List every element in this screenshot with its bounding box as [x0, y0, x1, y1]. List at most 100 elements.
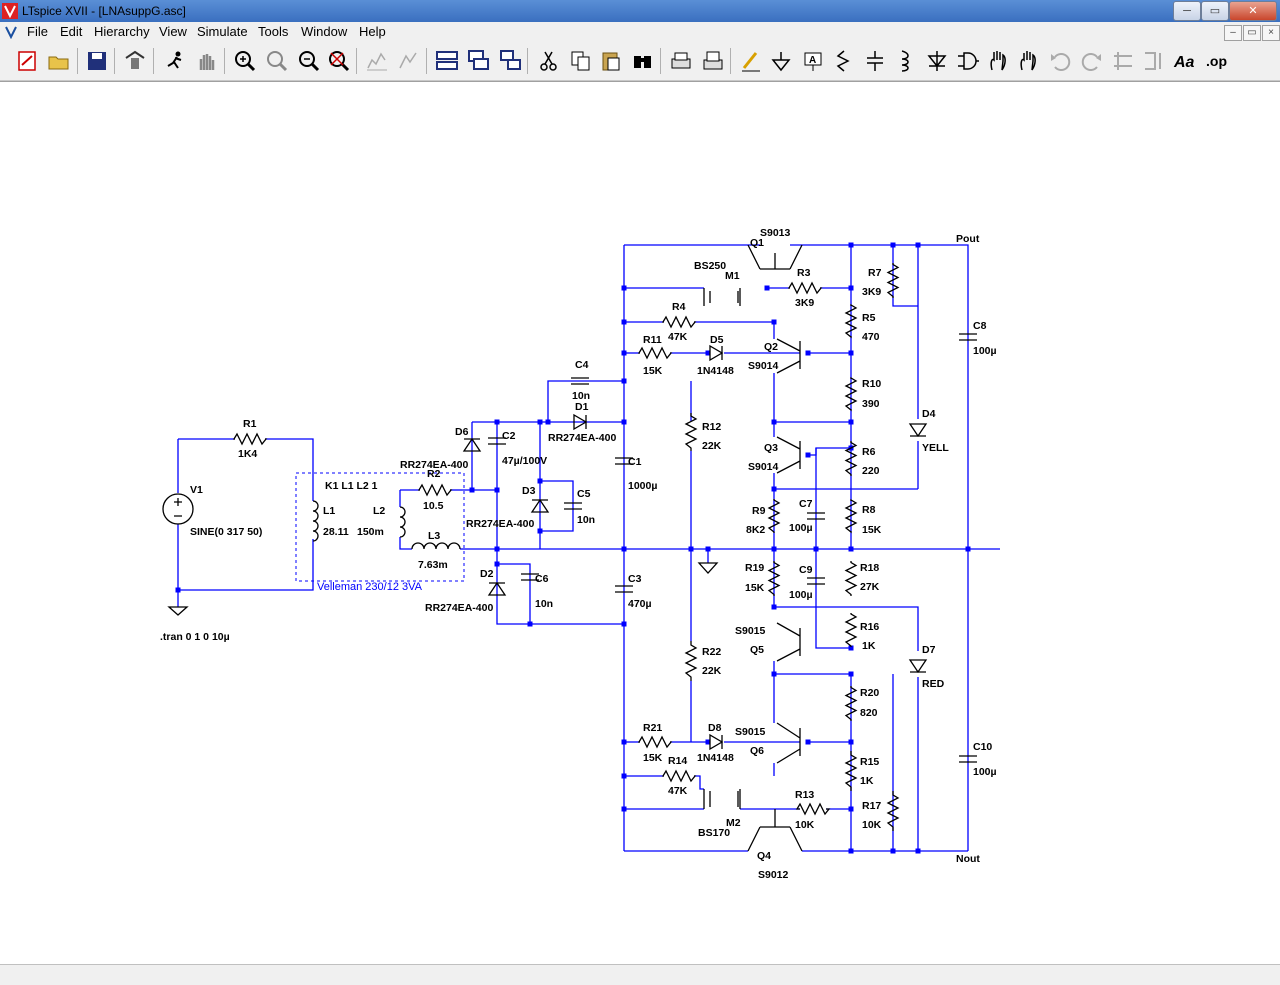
- child-restore-button[interactable]: ▭: [1243, 25, 1261, 41]
- close-windows-button[interactable]: [498, 48, 524, 74]
- label-r8v: 15K: [862, 524, 882, 536]
- diode-d5: [709, 344, 724, 362]
- document-icon[interactable]: [4, 25, 18, 39]
- child-minimize-button[interactable]: –: [1224, 25, 1242, 41]
- schematic-drawing: R1 1K4 V1 SINE(0 317 50) .tran 0 1 0 10µ K1 L…: [160, 227, 1000, 881]
- label-d1: D1: [575, 401, 589, 413]
- new-schematic-button[interactable]: [14, 48, 40, 74]
- zoom-fit-button[interactable]: [326, 48, 352, 74]
- menu-help[interactable]: Help: [359, 24, 386, 39]
- resistor-r4: [661, 315, 697, 329]
- menu-window[interactable]: Window: [301, 24, 347, 39]
- label-net-button[interactable]: A: [800, 48, 826, 74]
- text-icon: Aa: [1173, 54, 1195, 71]
- inductor-button[interactable]: [892, 48, 918, 74]
- menu-edit[interactable]: Edit: [60, 24, 82, 39]
- toolbar-separator: [77, 48, 78, 74]
- wire: [694, 321, 775, 339]
- halt-icon: [199, 54, 215, 70]
- move-button[interactable]: [986, 48, 1012, 74]
- label-r7v: 3K9: [862, 286, 881, 298]
- ground-icon: [771, 52, 791, 72]
- mirror-button[interactable]: [1140, 48, 1166, 74]
- label-r11: R11: [643, 334, 662, 346]
- draw-wire-icon: [742, 52, 760, 72]
- menu-file[interactable]: File: [27, 24, 48, 39]
- toolbar-separator: [114, 48, 115, 74]
- undo-button[interactable]: [1048, 48, 1074, 74]
- paste-button[interactable]: [598, 48, 624, 74]
- junction: [494, 419, 500, 425]
- run-button[interactable]: [162, 48, 188, 74]
- component-button[interactable]: [954, 48, 980, 74]
- print-setup-button[interactable]: [700, 48, 726, 74]
- control-panel-button[interactable]: [122, 48, 148, 74]
- label-d6v: RR274EA-400: [400, 459, 468, 471]
- mosfet-m1: [703, 288, 741, 306]
- label-l1v: 28.11: [323, 526, 349, 538]
- label-d3v: RR274EA-400: [466, 518, 534, 530]
- junction: [494, 546, 500, 552]
- label-c7: C7: [799, 498, 813, 510]
- maximize-button[interactable]: ▭: [1201, 1, 1229, 21]
- menu-simulate[interactable]: Simulate: [197, 24, 248, 39]
- label-q6: Q6: [750, 745, 764, 757]
- cut-button[interactable]: [536, 48, 562, 74]
- mirror-icon: [1145, 52, 1161, 70]
- halt-button[interactable]: [194, 48, 220, 74]
- zoom-in-icon: [235, 51, 256, 72]
- find-button[interactable]: [630, 48, 656, 74]
- junction: [915, 848, 921, 854]
- minimize-button[interactable]: ─: [1173, 1, 1201, 21]
- draw-wire-button[interactable]: [738, 48, 764, 74]
- menu-hierarchy[interactable]: Hierarchy: [94, 24, 150, 39]
- autorange-button[interactable]: [364, 48, 390, 74]
- menu-tools[interactable]: Tools: [258, 24, 288, 39]
- transistor-q5: [776, 622, 801, 662]
- tile-horizontal-button[interactable]: [434, 48, 460, 74]
- label-r11v: 15K: [643, 365, 663, 377]
- label-c5v: 10n: [577, 514, 595, 526]
- junction: [537, 478, 543, 484]
- zoom-out-button[interactable]: [296, 48, 322, 74]
- label-c7v: 100µ: [789, 522, 813, 534]
- copy-button[interactable]: [568, 48, 594, 74]
- print-button[interactable]: [668, 48, 694, 74]
- capacitor-button[interactable]: [862, 48, 888, 74]
- svg-text:.op: .op: [1206, 53, 1227, 69]
- open-button[interactable]: [46, 48, 72, 74]
- rotate-icon: [1114, 52, 1132, 70]
- mark-unreferenced-button[interactable]: [396, 48, 422, 74]
- junction: [848, 671, 854, 677]
- schematic-canvas[interactable]: R1 1K4 V1 SINE(0 317 50) .tran 0 1 0 10µ K1 L…: [0, 81, 1280, 965]
- cascade-button[interactable]: [466, 48, 492, 74]
- label-c9v: 100µ: [789, 589, 813, 601]
- zoom-in-button[interactable]: [232, 48, 258, 74]
- ground-symbol: [167, 606, 189, 616]
- junction: [771, 419, 777, 425]
- diode-button[interactable]: [924, 48, 950, 74]
- drag-icon: [1020, 51, 1036, 71]
- spice-directive-button[interactable]: .op: [1204, 48, 1230, 74]
- zoom-pan-button[interactable]: [264, 48, 290, 74]
- print-icon: [671, 52, 691, 69]
- menu-view[interactable]: View: [159, 24, 187, 39]
- text-button[interactable]: Aa: [1172, 48, 1198, 74]
- resistor-button[interactable]: [830, 48, 856, 74]
- label-c10v: 100µ: [973, 766, 997, 778]
- redo-button[interactable]: [1078, 48, 1104, 74]
- label-l2v: 150m: [357, 526, 384, 538]
- close-button[interactable]: ✕: [1229, 1, 1277, 21]
- label-r8: R8: [862, 504, 876, 516]
- child-close-button[interactable]: ×: [1262, 25, 1280, 41]
- label-r18v: 27K: [860, 581, 880, 593]
- ground-button[interactable]: [768, 48, 794, 74]
- rotate-button[interactable]: [1110, 48, 1136, 74]
- label-r7: R7: [868, 267, 882, 279]
- label-c6: C6: [535, 573, 549, 585]
- label-r16v: 1K: [862, 640, 876, 652]
- label-d8v: 1N4148: [697, 752, 734, 764]
- drag-button[interactable]: [1016, 48, 1042, 74]
- save-button[interactable]: [84, 48, 110, 74]
- junction: [771, 671, 777, 677]
